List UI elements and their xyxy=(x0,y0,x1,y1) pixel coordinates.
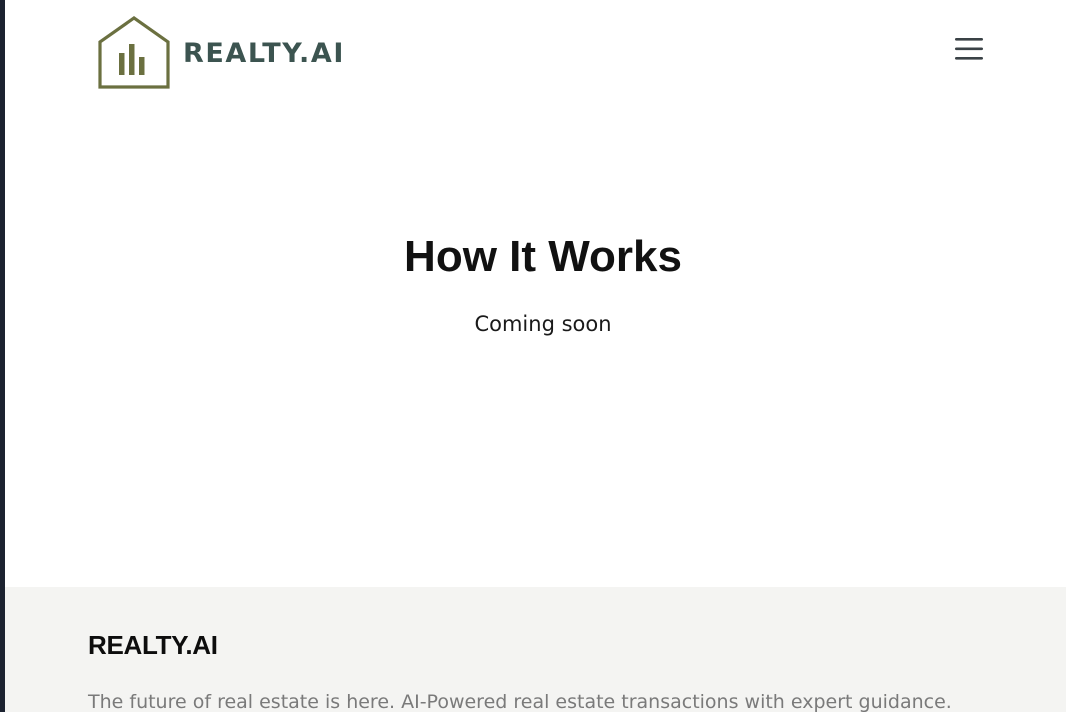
brand-name: REALTY.AI xyxy=(183,37,345,69)
hamburger-menu-icon xyxy=(955,38,983,60)
page: REALTY.AI How It Works Coming soon REALT… xyxy=(5,0,1066,713)
footer-tagline: The future of real estate is here. AI-Po… xyxy=(88,691,952,713)
site-footer: REALTY.AI The future of real estate is h… xyxy=(5,587,1066,713)
menu-button[interactable] xyxy=(949,34,989,64)
logo-link[interactable]: REALTY.AI xyxy=(97,16,345,90)
page-subtitle: Coming soon xyxy=(474,312,612,336)
page-title: How It Works xyxy=(404,232,682,281)
hero-section: How It Works Coming soon xyxy=(5,200,1066,336)
house-chart-icon xyxy=(98,16,170,89)
footer-brand: REALTY.AI xyxy=(88,630,218,660)
site-header: REALTY.AI xyxy=(5,0,1066,110)
